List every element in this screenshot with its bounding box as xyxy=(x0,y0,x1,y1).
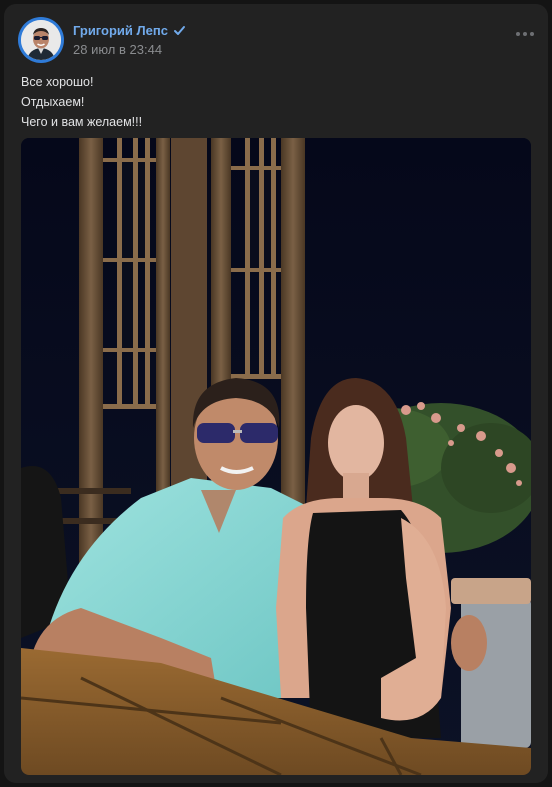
avatar-image xyxy=(21,20,61,60)
author-row: Григорий Лепс xyxy=(73,23,186,38)
post-text: Все хорошо! Отдыхаем! Чего и вам желаем!… xyxy=(21,72,142,132)
more-dots-icon[interactable] xyxy=(516,32,534,36)
author-avatar[interactable] xyxy=(18,17,64,63)
post-text-line: Отдыхаем! xyxy=(21,95,85,109)
post-photo[interactable] xyxy=(21,138,531,775)
wall-post: Григорий Лепс 28 июл в 23:44 Все хорошо!… xyxy=(4,4,548,783)
verified-check-icon xyxy=(173,24,186,37)
post-text-line: Чего и вам желаем!!! xyxy=(21,115,143,129)
post-date-link[interactable]: 28 июл в 23:44 xyxy=(73,42,162,57)
author-name-link[interactable]: Григорий Лепс xyxy=(73,23,168,38)
post-text-line: Все хорошо! xyxy=(21,75,94,89)
